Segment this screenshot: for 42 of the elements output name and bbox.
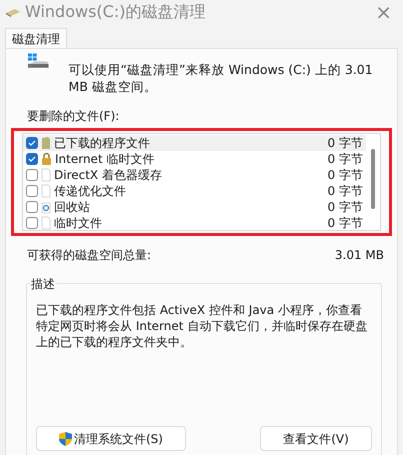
checkbox[interactable] [26, 185, 38, 197]
window-title: Windows(C:)的磁盘清理 [25, 1, 206, 23]
shield-icon [59, 432, 72, 446]
folder-icon [41, 136, 51, 150]
view-files-button[interactable]: 查看文件(V) [260, 426, 372, 451]
file-list-item[interactable]: Internet 临时文件 0 字节 [23, 151, 366, 167]
recycle-bin-icon [41, 200, 51, 214]
file-list-item[interactable]: 回收站 0 字节 [23, 199, 366, 215]
file-name: Internet 临时文件 [55, 151, 156, 168]
checkbox[interactable] [26, 217, 38, 229]
files-label: 要删除的文件(F): [27, 108, 120, 125]
file-name: 已下载的程序文件 [54, 135, 151, 152]
scrollbar-thumb[interactable] [371, 149, 375, 209]
file-list-item[interactable]: 传递优化文件 0 字节 [23, 183, 366, 199]
description-text: 已下载的程序文件包括 ActiveX 控件和 Java 小程序，你查看特定网页时将会从 Internet 自动下载它们，并临时保存在硬盘上的已下载的程序文件夹中。 [36, 302, 368, 350]
clean-system-files-button[interactable]: 清理系统文件(S) [36, 426, 186, 451]
file-name: 临时文件 [54, 215, 103, 230]
total-value: 3.01 MB [334, 247, 384, 264]
description-title: 描述 [30, 275, 56, 293]
intro-text: 可以使用“磁盘清理”来释放 Windows (C:) 上的 3.01 MB 磁盘空间。 [68, 61, 374, 95]
checkbox[interactable] [26, 137, 38, 149]
file-name: DirectX 着色器缓存 [54, 167, 163, 184]
checkbox[interactable] [26, 201, 38, 213]
file-name: 回收站 [54, 199, 91, 216]
file-list-item[interactable]: 已下载的程序文件 0 字节 [23, 135, 366, 151]
checkbox[interactable] [26, 169, 38, 181]
checkbox[interactable] [26, 153, 38, 165]
file-list-item[interactable]: DirectX 着色器缓存 0 字节 [23, 167, 366, 183]
file-size: 0 字节 [328, 151, 363, 168]
file-size: 0 字节 [328, 215, 363, 230]
file-size: 0 字节 [328, 135, 363, 152]
file-size: 0 字节 [328, 183, 363, 200]
tab[interactable]: 磁盘清理 [5, 28, 67, 48]
file-name: 传递优化文件 [54, 183, 127, 200]
total-label: 可获得的磁盘空间总量: [27, 247, 152, 264]
file-icon [41, 184, 51, 198]
disk-cleanup-icon [5, 6, 21, 18]
file-size: 0 字节 [328, 167, 363, 184]
lock-icon [41, 152, 52, 166]
file-icon [41, 168, 51, 182]
file-list-item[interactable]: 临时文件 0 字节 [23, 215, 366, 230]
file-size: 0 字节 [328, 199, 363, 216]
